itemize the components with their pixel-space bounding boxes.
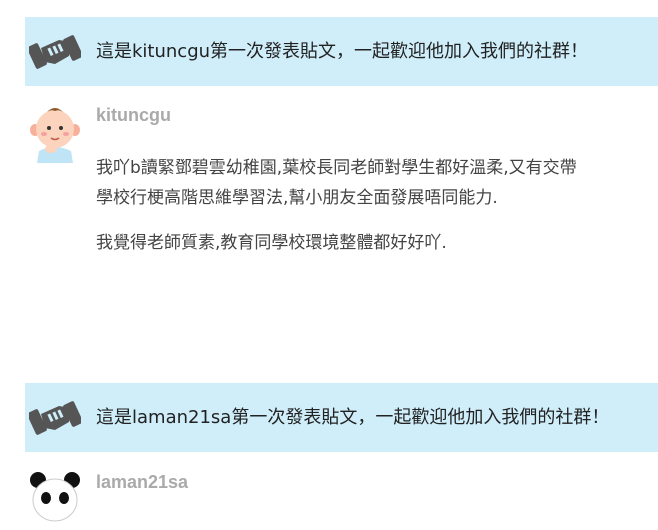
post-paragraph: 我吖b讀緊鄧碧雲幼稚園,葉校長同老師對學生都好溫柔,又有交帶 學校行梗高階思維學… <box>96 153 658 213</box>
baby-avatar[interactable] <box>29 103 81 163</box>
welcome-message: 這是kituncgu第一次發表貼文，一起歡迎他加入我們的社群！ <box>96 41 589 62</box>
post-text-line: 學校行梗高階思維學習法,幫小朋友全面發展唔同能力. <box>96 188 498 208</box>
post-author-username[interactable]: laman21sa <box>96 472 188 493</box>
welcome-banner: 這是laman21sa第一次發表貼文，一起歡迎他加入我們的社群！ <box>25 383 658 452</box>
post-text-line: 我覺得老師質素,教育同學校環境整體都好好吖. <box>96 233 447 253</box>
post-body: 我吖b讀緊鄧碧雲幼稚園,葉校長同老師對學生都好溫柔,又有交帶 學校行梗高階思維學… <box>96 153 658 273</box>
post-author-username[interactable]: kituncgu <box>96 105 171 126</box>
panda-avatar[interactable] <box>29 470 81 530</box>
handshake-icon <box>29 401 81 435</box>
welcome-message: 這是laman21sa第一次發表貼文，一起歡迎他加入我們的社群！ <box>96 407 610 428</box>
post-paragraph: 我覺得老師質素,教育同學校環境整體都好好吖. <box>96 228 658 258</box>
welcome-banner: 這是kituncgu第一次發表貼文，一起歡迎他加入我們的社群！ <box>25 17 658 86</box>
post-text-line: 我吖b讀緊鄧碧雲幼稚園,葉校長同老師對學生都好溫柔,又有交帶 <box>96 158 577 178</box>
handshake-icon <box>29 35 81 69</box>
